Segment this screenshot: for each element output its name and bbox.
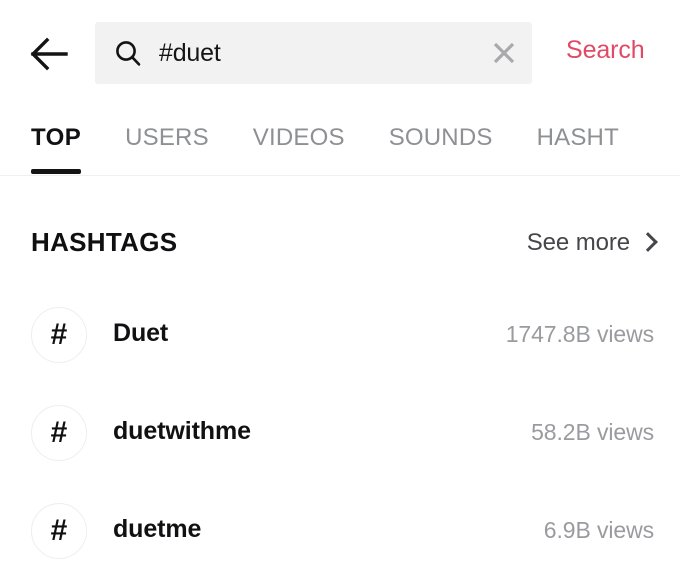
hash-glyph: #	[50, 513, 68, 547]
hashtag-icon: #	[31, 405, 87, 461]
tab-videos[interactable]: VIDEOS	[231, 106, 367, 176]
tab-label: HASHT	[536, 124, 619, 151]
hashtag-view-count: 1747.8B views	[505, 321, 654, 347]
hashtag-icon: #	[31, 503, 87, 559]
search-submit-button[interactable]: Search	[566, 36, 645, 65]
hashtag-view-count: 6.9B views	[543, 517, 654, 543]
tab-hashtags[interactable]: HASHT	[515, 106, 641, 176]
search-header: #duet Search	[0, 0, 680, 106]
tab-top[interactable]: TOP	[31, 106, 103, 176]
tab-sounds[interactable]: SOUNDS	[367, 106, 515, 176]
list-item[interactable]: # Duet 1747.8B views	[0, 286, 680, 384]
tabs-strip[interactable]: TOP USERS VIDEOS SOUNDS HASHT	[31, 106, 641, 176]
hash-glyph: #	[50, 317, 68, 351]
tab-label: USERS	[125, 124, 209, 151]
see-more-label: See more	[526, 229, 630, 256]
hashtag-results-list: # Duet 1747.8B views # duetwithme 58.2B …	[0, 286, 680, 580]
hashtag-icon: #	[31, 307, 87, 363]
chevron-right-icon	[640, 232, 654, 254]
clear-search-button[interactable]	[476, 22, 532, 84]
hashtag-view-count: 58.2B views	[531, 419, 654, 445]
tab-label: TOP	[31, 124, 82, 151]
arrow-left-icon	[30, 37, 68, 71]
list-item[interactable]: # duetme 6.9B views	[0, 482, 680, 580]
hashtag-name: duetme	[113, 515, 202, 543]
hashtag-name: Duet	[113, 319, 169, 347]
active-tab-indicator	[31, 169, 82, 174]
see-more-button[interactable]: See more	[527, 229, 654, 257]
search-results-screen: #duet Search TOP USERS VIDEOS SOUNDS HAS…	[0, 0, 680, 586]
tab-label: VIDEOS	[252, 124, 345, 151]
hashtag-name: duetwithme	[113, 417, 251, 445]
search-input[interactable]: #duet	[95, 22, 532, 84]
hash-glyph: #	[50, 415, 68, 449]
search-icon	[113, 38, 143, 68]
tab-label: SOUNDS	[388, 124, 493, 151]
list-item[interactable]: # duetwithme 58.2B views	[0, 384, 680, 482]
hashtags-section-header: HASHTAGS See more	[0, 212, 680, 278]
search-tabs: TOP USERS VIDEOS SOUNDS HASHT	[0, 106, 680, 176]
section-title: HASHTAGS	[31, 227, 178, 257]
back-button[interactable]	[21, 29, 77, 79]
close-icon	[493, 42, 515, 64]
search-input-value: #duet	[159, 38, 221, 67]
tab-users[interactable]: USERS	[103, 106, 231, 176]
